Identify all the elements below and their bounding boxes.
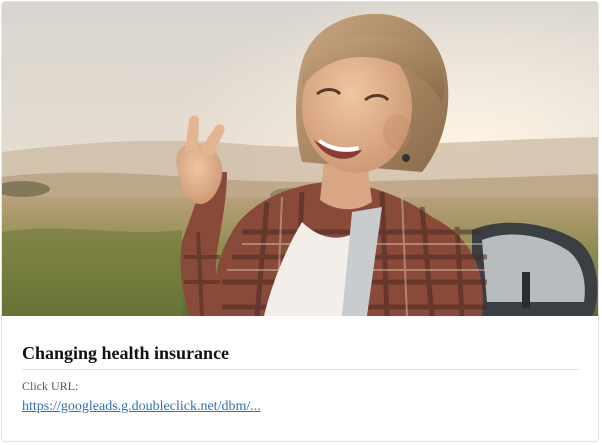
click-url-label: Click URL: (22, 379, 79, 393)
ad-text-body: Changing health insurance Click URL: htt… (22, 316, 580, 415)
ad-preview-card: Changing health insurance Click URL: htt… (1, 1, 599, 442)
ad-hero-image[interactable] (2, 2, 598, 316)
selfie-photo (2, 2, 598, 316)
click-url-link[interactable]: https://googleads.g.doubleclick.net/dbm/… (22, 398, 261, 415)
ad-title: Changing health insurance (22, 342, 580, 370)
